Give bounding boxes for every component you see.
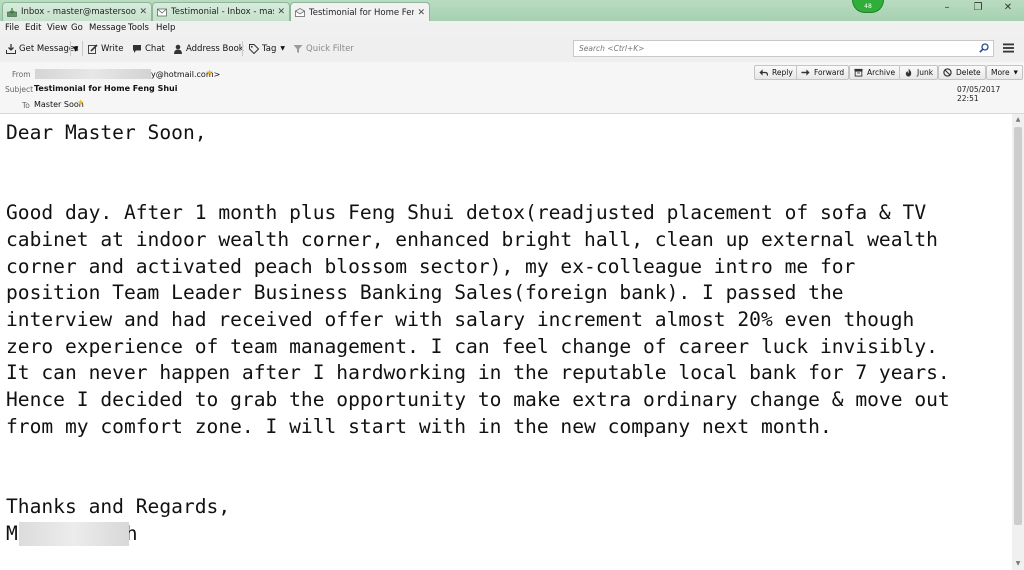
signature: Mh	[6, 521, 1010, 548]
write-label: Write	[101, 43, 124, 54]
menu-bar: File Edit View Go Message Tools Help	[0, 21, 1024, 35]
body-line: cabinet at indoor wealth corner, enhance…	[6, 227, 938, 251]
menu-tools[interactable]: Tools	[128, 23, 149, 33]
restore-button[interactable]: ❐	[969, 2, 987, 13]
address-book-button[interactable]: Address Book	[173, 41, 244, 56]
body-line: It can never happen after I hardworking …	[6, 361, 950, 385]
message-body: Dear Master Soon, Good day. After 1 month…	[6, 120, 1010, 547]
pencil-icon	[88, 43, 98, 54]
address-book-label: Address Book	[186, 43, 244, 54]
menu-edit[interactable]: Edit	[25, 23, 41, 33]
junk-label: Junk	[917, 68, 934, 77]
app-menu-icon[interactable]	[1003, 43, 1014, 53]
menu-help[interactable]: Help	[156, 23, 175, 33]
star-icon[interactable]: ★	[206, 68, 213, 77]
tab-close-icon[interactable]: ✕	[277, 7, 285, 17]
tab-label: Inbox - master@mastersoon.c...	[21, 7, 137, 17]
tag-button[interactable]: Tag ▼	[249, 41, 285, 56]
closing: Thanks and Regards,	[6, 494, 231, 518]
reply-label: Reply	[772, 68, 793, 77]
toolbar-divider	[70, 41, 71, 56]
archive-label: Archive	[867, 68, 896, 77]
download-icon	[6, 43, 16, 54]
body-line: from my comfort zone. I will start with …	[6, 414, 832, 438]
tab-close-icon[interactable]: ✕	[417, 8, 425, 18]
more-button[interactable]: More ▼	[986, 65, 1023, 80]
menu-file[interactable]: File	[5, 23, 19, 33]
tab-testimonial-message[interactable]: Testimonial for Home Fen... ✕	[290, 2, 430, 22]
message-date: 07/05/2017 22:51	[957, 85, 1001, 103]
blank-space	[6, 147, 1010, 200]
archive-box-icon	[854, 68, 863, 77]
delete-label: Delete	[956, 68, 981, 77]
chat-bubble-icon	[133, 44, 141, 53]
person-icon	[174, 44, 182, 54]
search-placeholder: Search <Ctrl+K>	[579, 44, 645, 53]
subject-label: Subject	[5, 85, 34, 94]
filter-icon	[293, 44, 303, 53]
from-label: From	[12, 70, 31, 79]
body-line: Hence I decided to grab the opportunity …	[6, 388, 950, 412]
get-messages-dropdown[interactable]: ▼	[73, 41, 78, 56]
chevron-down-icon: ▼	[1013, 69, 1018, 76]
forward-arrow-icon	[801, 69, 810, 76]
tab-inbox[interactable]: Inbox - master@mastersoon.c... ✕	[2, 2, 152, 21]
toolbar-divider	[82, 41, 83, 56]
tab-close-icon[interactable]: ✕	[139, 7, 147, 17]
body-line: interview and had received offer with sa…	[6, 307, 915, 331]
quick-filter-button[interactable]: Quick Filter	[293, 41, 354, 56]
archive-button[interactable]: Archive	[849, 65, 901, 80]
chevron-down-icon: ▼	[73, 44, 79, 53]
to-label: To	[22, 101, 30, 110]
scroll-up-icon[interactable]: ▲	[1014, 116, 1022, 123]
message-body-pane: Dear Master Soon, Good day. After 1 month…	[0, 114, 1012, 570]
scroll-down-icon[interactable]: ▼	[1014, 560, 1022, 567]
write-button[interactable]: Write	[88, 41, 123, 56]
close-window-button[interactable]: ✕	[999, 2, 1017, 13]
get-messages-button[interactable]: Get Messages	[6, 41, 79, 56]
search-input[interactable]: Search <Ctrl+K>	[573, 40, 994, 57]
chat-label: Chat	[145, 43, 165, 54]
menu-go[interactable]: Go	[71, 23, 83, 33]
blank-space	[6, 440, 1010, 493]
tag-icon	[249, 43, 259, 54]
chevron-down-icon: ▼	[280, 45, 286, 52]
reply-arrow-icon	[759, 69, 768, 76]
envelope-icon	[157, 8, 167, 16]
body-line: position Team Leader Business Banking Sa…	[6, 281, 844, 305]
body-line: corner and activated peach blossom secto…	[6, 254, 856, 278]
reply-button[interactable]: Reply	[754, 65, 798, 80]
quick-filter-label: Quick Filter	[306, 43, 354, 54]
junk-button[interactable]: Junk	[899, 65, 939, 80]
body-line: Good day. After 1 month plus Feng Shui d…	[6, 201, 927, 225]
tab-testimonial-inbox[interactable]: Testimonial - Inbox - mas... ✕	[152, 2, 290, 21]
body-line: zero experience of team management. I ca…	[6, 334, 938, 358]
minimize-button[interactable]: –	[938, 2, 956, 13]
menu-message[interactable]: Message	[89, 23, 126, 33]
envelope-open-icon	[295, 8, 305, 17]
redacted-sender	[35, 69, 151, 79]
forward-button[interactable]: Forward	[796, 65, 850, 80]
toolbar-divider	[242, 41, 243, 56]
menu-view[interactable]: View	[47, 23, 67, 33]
more-label: More	[991, 68, 1010, 77]
inbox-download-icon	[7, 7, 17, 17]
tag-label: Tag	[262, 43, 277, 54]
delete-button[interactable]: Delete	[938, 65, 986, 80]
greeting: Dear Master Soon,	[6, 121, 207, 144]
star-icon[interactable]: ★	[77, 98, 84, 107]
subject-value: Testimonial for Home Feng Shui	[34, 84, 178, 93]
tab-label: Testimonial for Home Fen...	[309, 7, 415, 18]
flame-icon	[905, 68, 912, 77]
tab-label: Testimonial - Inbox - mas...	[171, 7, 275, 17]
chat-button[interactable]: Chat	[132, 41, 165, 56]
signature-first-letter: M	[6, 521, 18, 545]
redacted-signature	[19, 522, 129, 546]
search-icon[interactable]	[979, 43, 989, 53]
delete-circle-icon	[943, 68, 952, 77]
scrollbar-thumb[interactable]	[1014, 127, 1022, 525]
forward-label: Forward	[814, 68, 845, 77]
